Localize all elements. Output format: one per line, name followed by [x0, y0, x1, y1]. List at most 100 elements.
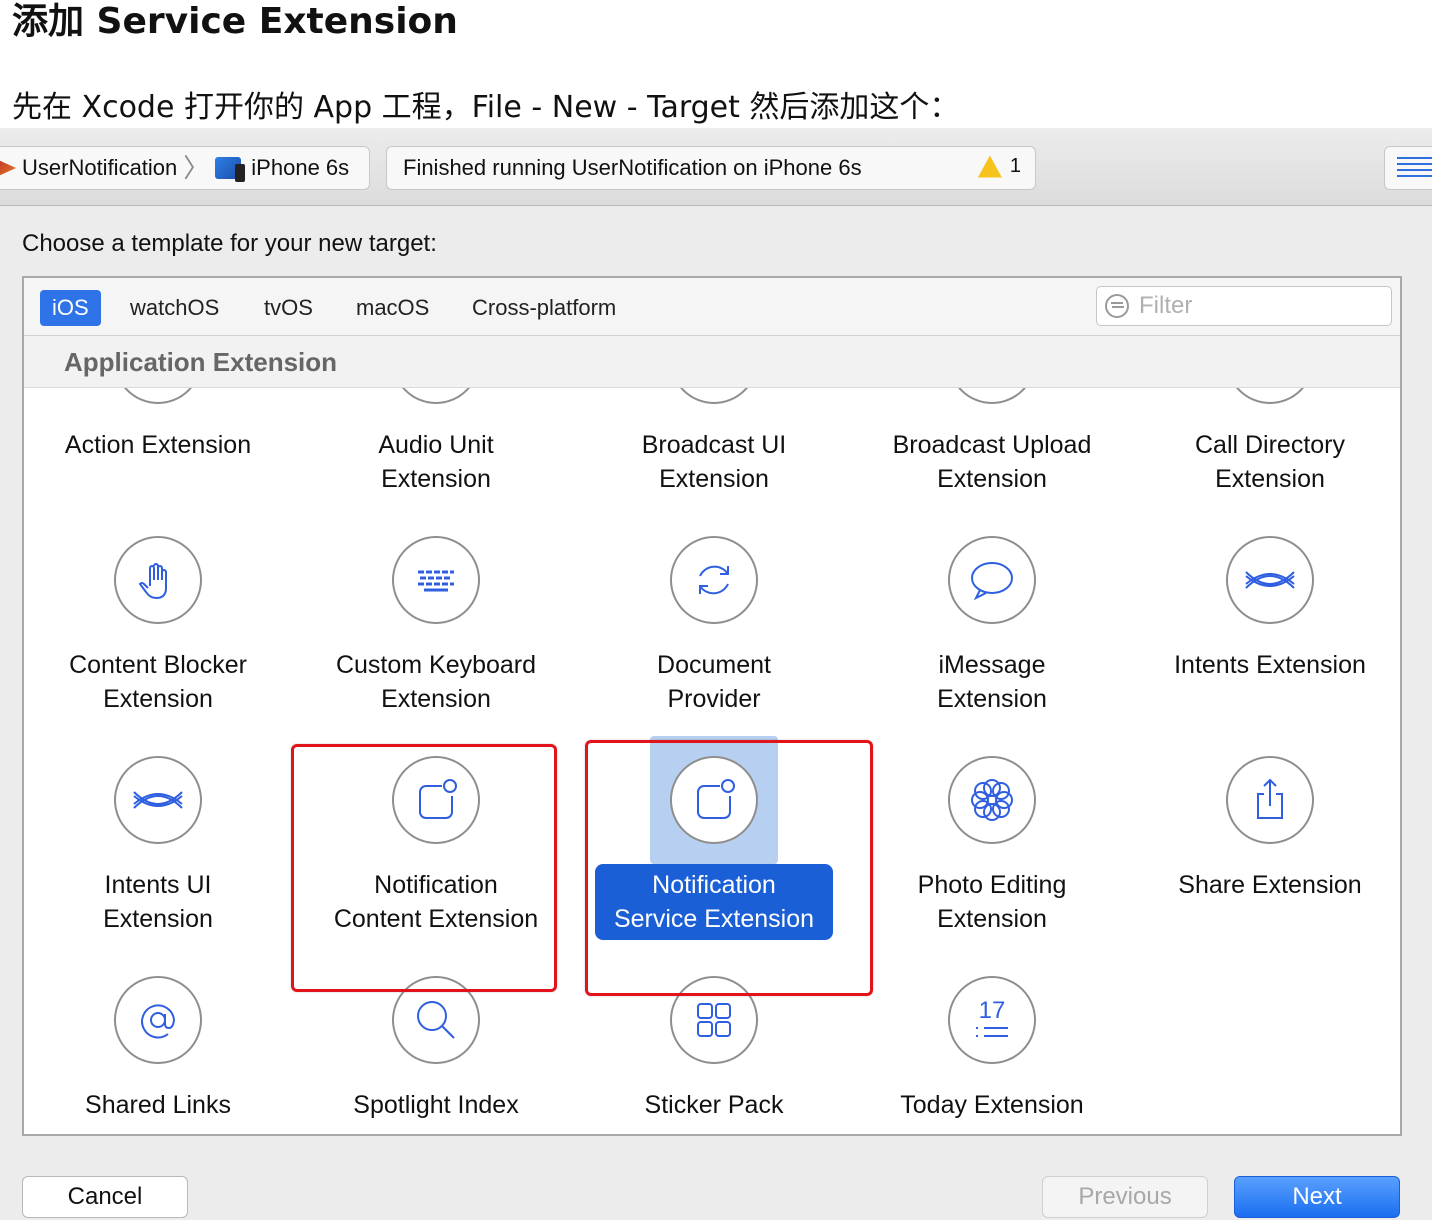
- template-broadcast-ui-extension[interactable]: Broadcast UI Extension: [584, 388, 844, 496]
- icon-wrap: [372, 516, 500, 644]
- template-broadcast-upload-extension[interactable]: Broadcast Upload Extension: [862, 388, 1122, 496]
- template-audio-unit-extension[interactable]: Audio Unit Extension: [306, 388, 566, 496]
- template-notification-service-extension[interactable]: Notification Service Extension: [584, 716, 844, 940]
- icon-wrap: [650, 388, 778, 424]
- flower-icon: [971, 779, 1013, 821]
- icon-wrap: [372, 956, 500, 1084]
- tab-tvos[interactable]: tvOS: [252, 290, 325, 326]
- tab-ios[interactable]: iOS: [40, 290, 101, 326]
- app-target-icon: [0, 160, 16, 176]
- standard-editor-button[interactable]: [1384, 146, 1432, 190]
- device-name: iPhone 6s: [251, 155, 350, 180]
- article-subtitle: 先在 Xcode 打开你的 App 工程，File - New - Target…: [12, 90, 960, 125]
- chevron-right-icon: 〉: [183, 153, 210, 183]
- template-intents-extension[interactable]: Intents Extension: [1140, 496, 1400, 716]
- template-label: Audio Unit Extension: [378, 431, 494, 493]
- screenshot-page: 添加 Service Extension 先在 Xcode 打开你的 App 工…: [0, 0, 1432, 1220]
- activity-status: Finished running UserNotification on iPh…: [386, 146, 1036, 190]
- template-label: Today Extension: [900, 1091, 1084, 1119]
- template-label: Document Provider: [657, 651, 771, 713]
- template-label: Call Directory Extension: [1194, 431, 1346, 493]
- notification-icon: [419, 779, 457, 819]
- icon-wrap: 17: [928, 956, 1056, 1084]
- template-imessage-extension[interactable]: iMessage Extension: [862, 496, 1122, 716]
- at-sign-icon: [141, 1004, 176, 1039]
- icon-wrap: [650, 516, 778, 644]
- template-label: Broadcast Upload Extension: [892, 431, 1092, 493]
- tab-macos[interactable]: macOS: [344, 290, 441, 326]
- template-shared-links[interactable]: Shared Links: [28, 936, 288, 1134]
- icon-wrap: [1206, 516, 1334, 644]
- warning-indicator[interactable]: 1: [977, 155, 1021, 178]
- template-custom-keyboard-extension[interactable]: Custom Keyboard Extension: [306, 496, 566, 716]
- icon-circle: 17: [948, 976, 1036, 1064]
- icon-wrap: [650, 956, 778, 1084]
- grid-icon: [697, 1003, 731, 1037]
- template-label: Action Extension: [64, 431, 252, 459]
- icon-circle: [670, 536, 758, 624]
- template-sticker-pack[interactable]: Sticker Pack: [584, 936, 844, 1134]
- icon-circle: [1226, 388, 1314, 404]
- icon-circle: [948, 388, 1036, 404]
- template-share-extension[interactable]: Share Extension: [1140, 716, 1400, 936]
- gear-icon: [128, 388, 188, 390]
- share-icon: [1257, 778, 1283, 819]
- template-spotlight-index[interactable]: Spotlight Index: [306, 936, 566, 1134]
- calendar-list-icon: 17: [976, 997, 1008, 1037]
- template-panel: iOS watchOS tvOS macOS Cross-platform Fi…: [22, 276, 1402, 1136]
- next-button[interactable]: Next: [1234, 1176, 1400, 1218]
- template-label: Content Blocker Extension: [69, 651, 247, 713]
- intents-icon: [133, 791, 183, 809]
- audio-waves-icon: [406, 388, 466, 390]
- filter-field[interactable]: Filter: [1096, 286, 1392, 326]
- filter-placeholder: Filter: [1139, 292, 1193, 319]
- previous-button[interactable]: Previous: [1042, 1176, 1208, 1218]
- icon-circle: [392, 536, 480, 624]
- template-notification-content-extension[interactable]: Notification Content Extension: [306, 716, 566, 936]
- template-label: Share Extension: [1178, 871, 1362, 899]
- warning-icon: [977, 155, 1002, 178]
- sync-icon: [699, 565, 729, 595]
- section-header: Application Extension: [24, 336, 1400, 388]
- icon-circle: [114, 756, 202, 844]
- device-icon: [215, 157, 246, 182]
- template-label: Spotlight Index: [353, 1091, 519, 1119]
- icon-wrap: [928, 736, 1056, 864]
- template-intents-ui-extension[interactable]: Intents UI Extension: [28, 716, 288, 936]
- template-action-extension[interactable]: Action Extension: [28, 388, 288, 496]
- magnifier-icon: [417, 1001, 455, 1039]
- filter-icon: [1105, 294, 1129, 318]
- keyboard-icon: [418, 570, 454, 592]
- icon-circle: [114, 388, 202, 404]
- xcode-toolbar: UserNotification 〉 iPhone 6s Finished ru…: [0, 128, 1432, 206]
- template-call-directory-extension[interactable]: Call Directory Extension: [1140, 388, 1400, 496]
- template-today-extension[interactable]: 17 Today Extension: [862, 936, 1122, 1134]
- icon-wrap: [94, 388, 222, 424]
- template-document-provider[interactable]: Document Provider: [584, 496, 844, 716]
- icon-wrap: [1206, 736, 1334, 864]
- template-label-selected: Notification Service Extension: [595, 864, 833, 940]
- icon-wrap: [94, 736, 222, 864]
- layers-icon: [684, 388, 744, 390]
- icon-wrap: [928, 516, 1056, 644]
- template-label: iMessage Extension: [937, 651, 1047, 713]
- hand-icon: [138, 563, 167, 600]
- icon-circle: [948, 536, 1036, 624]
- tab-watchos[interactable]: watchOS: [118, 290, 231, 326]
- template-label: Intents UI Extension: [103, 871, 213, 933]
- icon-circle: [670, 388, 758, 404]
- template-label: Intents Extension: [1174, 651, 1366, 679]
- template-label: Notification Content Extension: [333, 871, 539, 933]
- template-content-blocker-extension[interactable]: Content Blocker Extension: [28, 496, 288, 716]
- icon-circle: [392, 388, 480, 404]
- tab-cross-platform[interactable]: Cross-platform: [460, 290, 628, 326]
- template-label: Broadcast UI Extension: [641, 431, 787, 493]
- icon-wrap: [94, 956, 222, 1084]
- icon-circle: [1226, 756, 1314, 844]
- cancel-button[interactable]: Cancel: [22, 1176, 188, 1218]
- template-photo-editing-extension[interactable]: Photo Editing Extension: [862, 716, 1122, 936]
- scheme-selector[interactable]: UserNotification 〉 iPhone 6s: [0, 146, 370, 190]
- article-title: 添加 Service Extension: [12, 1, 458, 42]
- warning-count: 1: [1009, 155, 1021, 177]
- template-label: Photo Editing Extension: [917, 871, 1067, 933]
